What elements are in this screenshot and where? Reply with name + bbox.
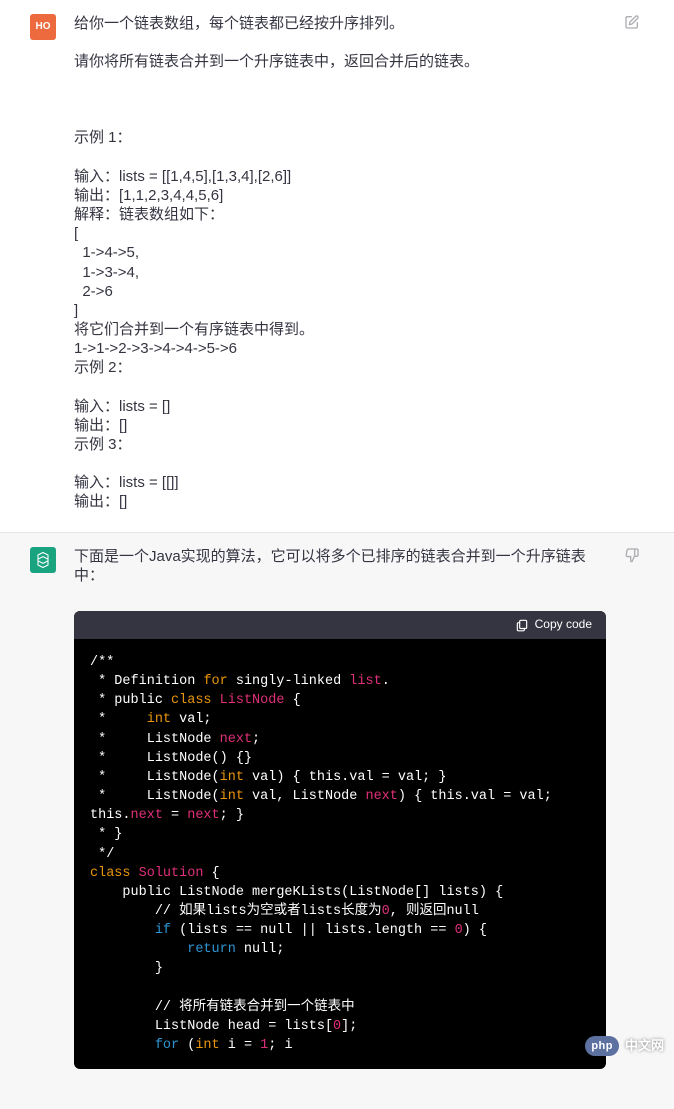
dislike-button[interactable] <box>624 547 644 1070</box>
clipboard-icon <box>515 618 529 632</box>
copy-code-label: Copy code <box>535 616 592 633</box>
assistant-avatar <box>30 547 56 573</box>
text-line: 输入：lists = [[1,4,5],[1,3,4],[2,6]] <box>74 167 606 186</box>
code-block: Copy code /** * Definition for singly-li… <box>74 611 606 1069</box>
user-avatar: HO <box>30 14 56 40</box>
text-line: 输出：[] <box>74 492 606 511</box>
text-line <box>74 71 606 90</box>
edit-button[interactable] <box>624 14 644 512</box>
text-line <box>74 148 606 167</box>
copy-code-button[interactable]: Copy code <box>515 616 592 633</box>
code-header: Copy code <box>74 611 606 639</box>
text-line: 示例 1： <box>74 128 606 147</box>
text-line: 输入：lists = [] <box>74 397 606 416</box>
text-line: [ <box>74 224 606 243</box>
user-message: HO 给你一个链表数组，每个链表都已经按升序排列。请你将所有链表合并到一个升序链… <box>0 0 674 532</box>
text-line <box>74 378 606 397</box>
watermark: php 中文网 <box>585 1036 664 1056</box>
openai-icon <box>33 550 53 570</box>
text-line <box>74 454 606 473</box>
text-line: 1->1->2->3->4->4->5->6 <box>74 339 606 358</box>
text-line: ] <box>74 301 606 320</box>
watermark-text: 中文网 <box>625 1038 664 1055</box>
assistant-message: 下面是一个Java实现的算法，它可以将多个已排序的链表合并到一个升序链表中： C… <box>0 532 674 1109</box>
text-line: 输出：[1,1,2,3,4,4,5,6] <box>74 186 606 205</box>
text-line <box>74 109 606 128</box>
text-line: 输入：lists = [[]] <box>74 473 606 492</box>
text-line: 将它们合并到一个有序链表中得到。 <box>74 320 606 339</box>
edit-icon <box>624 14 640 30</box>
text-line: 请你将所有链表合并到一个升序链表中，返回合并后的链表。 <box>74 52 606 71</box>
text-line <box>74 90 606 109</box>
watermark-badge: php <box>585 1036 619 1056</box>
user-content: 给你一个链表数组，每个链表都已经按升序排列。请你将所有链表合并到一个升序链表中，… <box>56 14 624 512</box>
assistant-intro: 下面是一个Java实现的算法，它可以将多个已排序的链表合并到一个升序链表中： <box>74 547 606 585</box>
text-line: 示例 3： <box>74 435 606 454</box>
text-line: 给你一个链表数组，每个链表都已经按升序排列。 <box>74 14 606 33</box>
assistant-content: 下面是一个Java实现的算法，它可以将多个已排序的链表合并到一个升序链表中： C… <box>56 547 624 1070</box>
text-line: 示例 2： <box>74 358 606 377</box>
text-line <box>74 33 606 52</box>
thumbs-down-icon <box>624 547 640 563</box>
code-content: /** * Definition for singly-linked list.… <box>74 639 606 1069</box>
text-line: 1->4->5, <box>74 243 606 262</box>
text-line: 输出：[] <box>74 416 606 435</box>
text-line: 解释：链表数组如下： <box>74 205 606 224</box>
text-line: 1->3->4, <box>74 263 606 282</box>
text-line: 2->6 <box>74 282 606 301</box>
